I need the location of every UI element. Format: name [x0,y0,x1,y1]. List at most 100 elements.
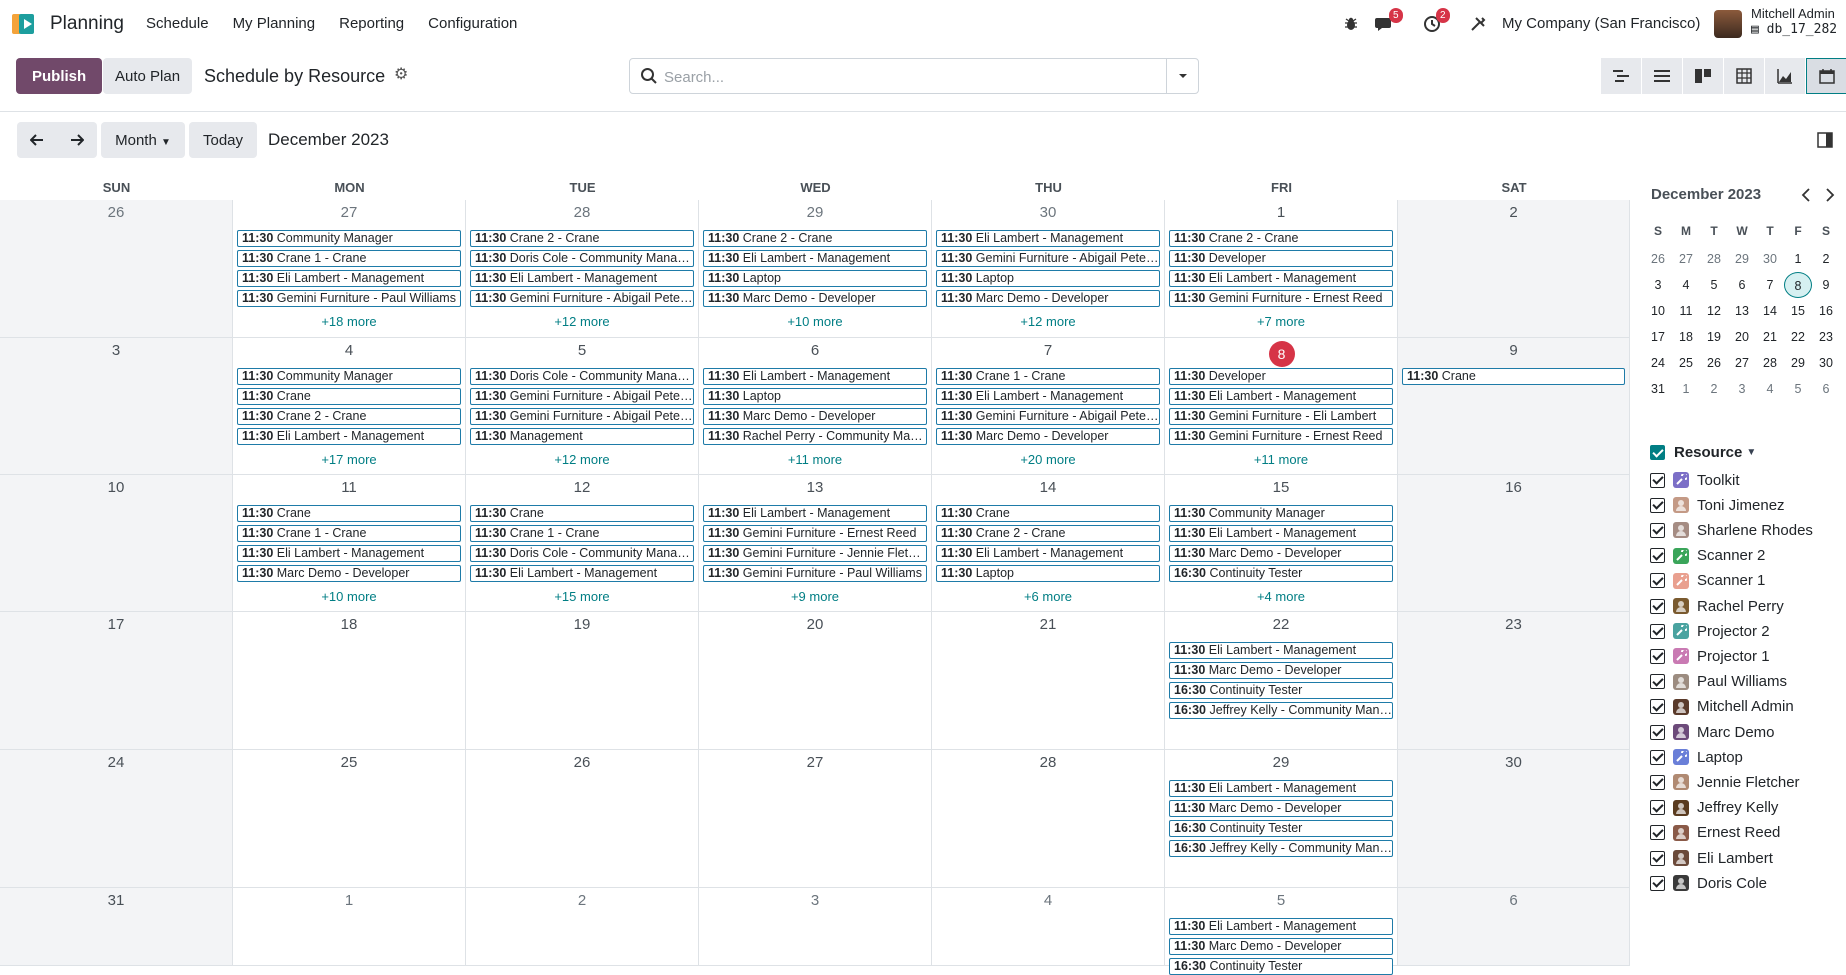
day-cell[interactable]: 22 11:30 Eli Lambert - Management 11:30 Ma… [1165,612,1398,750]
mini-day[interactable]: 26 [1700,350,1728,376]
shift-event[interactable]: 11:30 Eli Lambert - Management [703,505,927,522]
gear-icon[interactable]: ⚙ [394,67,410,83]
mini-day[interactable]: 28 [1700,246,1728,272]
resource-checkbox[interactable] [1650,623,1665,639]
shift-event[interactable]: 11:30 Eli Lambert - Management [703,250,927,267]
mini-day[interactable]: 19 [1700,324,1728,350]
day-cell[interactable]: 14 11:30 Crane 11:30 Crane 2 - Crane 11:30 … [932,475,1165,612]
day-cell[interactable]: 2 [1398,200,1630,338]
mini-day[interactable]: 14 [1756,298,1784,324]
shift-event[interactable]: 11:30 Gemini Furniture - Ernest Reed [1169,428,1393,445]
more-events-link[interactable]: +18 more [233,314,465,329]
shift-event[interactable]: 11:30 Laptop [936,270,1160,287]
shift-event[interactable]: 11:30 Crane 1 - Crane [237,250,461,267]
today-button[interactable]: Today [189,122,257,158]
chevron-right-icon[interactable] [1824,188,1836,202]
shift-event[interactable]: 11:30 Eli Lambert - Management [936,545,1160,562]
day-cell[interactable]: 25 [233,750,466,888]
more-events-link[interactable]: +11 more [699,452,931,467]
app-name[interactable]: Planning [50,13,124,35]
mini-day[interactable]: 21 [1756,324,1784,350]
shift-event[interactable]: 11:30 Marc Demo - Developer [703,290,927,307]
day-cell[interactable]: 3 [699,888,932,966]
shift-event[interactable]: 11:30 Marc Demo - Developer [1169,545,1393,562]
day-cell[interactable]: 20 [699,612,932,750]
mini-day[interactable]: 1 [1672,376,1700,402]
day-cell[interactable]: 6 [1398,888,1630,966]
user-avatar[interactable] [1714,10,1742,38]
mini-day[interactable]: 7 [1756,272,1784,298]
shift-event[interactable]: 11:30 Eli Lambert - Management [1169,525,1393,542]
resource-checkbox[interactable] [1650,749,1665,765]
mini-day[interactable]: 26 [1644,246,1672,272]
day-cell[interactable]: 30 [1398,750,1630,888]
mini-day[interactable]: 4 [1756,376,1784,402]
mini-day[interactable]: 17 [1644,324,1672,350]
more-events-link[interactable]: +15 more [466,589,698,604]
shift-event[interactable]: 11:30 Gemini Furniture - Paul Williams [237,290,461,307]
day-cell[interactable]: 27 11:30 Community Manager 11:30 Crane 1 -… [233,200,466,338]
shift-event[interactable]: 11:30 Gemini Furniture - Ernest Reed [1169,290,1393,307]
shift-event[interactable]: 11:30 Doris Cole - Community Manager [470,545,694,562]
shift-event[interactable]: 11:30 Gemini Furniture - Abigail Peterso… [470,290,694,307]
graph-view-button[interactable] [1765,58,1806,94]
resource-checkbox[interactable] [1650,699,1665,715]
shift-event[interactable]: 11:30 Doris Cole - Community Manager [470,250,694,267]
mini-day[interactable]: 29 [1728,246,1756,272]
menu-configuration[interactable]: Configuration [428,15,517,32]
kanban-view-button[interactable] [1683,58,1724,94]
mini-day[interactable]: 3 [1644,272,1672,298]
gantt-view-button[interactable] [1601,58,1642,94]
shift-event[interactable]: 11:30 Eli Lambert - Management [936,388,1160,405]
shift-event[interactable]: 11:30 Gemini Furniture - Jennie Fletcher [703,545,927,562]
day-cell[interactable]: 12 11:30 Crane 11:30 Crane 1 - Crane 11:30 … [466,475,699,612]
day-cell[interactable]: 15 11:30 Community Manager 11:30 Eli Lambe… [1165,475,1398,612]
resource-checkbox[interactable] [1650,724,1665,740]
more-events-link[interactable]: +6 more [932,589,1164,604]
mini-day[interactable]: 27 [1728,350,1756,376]
bug-icon[interactable] [1343,16,1359,32]
day-cell[interactable]: 4 11:30 Community Manager 11:30 Crane 11:30… [233,338,466,475]
day-cell[interactable]: 29 11:30 Eli Lambert - Management 11:30 Ma… [1165,750,1398,888]
day-cell[interactable]: 1 11:30 Crane 2 - Crane 11:30 Developer 11:… [1165,200,1398,338]
shift-event[interactable]: 11:30 Eli Lambert - Management [1169,780,1393,797]
more-events-link[interactable]: +7 more [1165,314,1397,329]
day-cell[interactable]: 31 [0,888,233,966]
mini-day[interactable]: 2 [1700,376,1728,402]
resource-item-jeffrey-kelly[interactable]: Jeffrey Kelly [1650,798,1778,818]
shift-event[interactable]: 11:30 Laptop [703,270,927,287]
day-cell[interactable]: 16 [1398,475,1630,612]
day-cell[interactable]: 29 11:30 Crane 2 - Crane 11:30 Eli Lambert… [699,200,932,338]
shift-event[interactable]: 11:30 Community Manager [237,368,461,385]
resource-item-eli-lambert[interactable]: Eli Lambert [1650,848,1773,868]
sidebar-toggle-icon[interactable] [1817,132,1833,148]
day-cell[interactable]: 28 [932,750,1165,888]
resource-item-doris-cole[interactable]: Doris Cole [1650,873,1767,893]
mini-day[interactable]: 24 [1644,350,1672,376]
shift-event[interactable]: 11:30 Marc Demo - Developer [1169,938,1393,955]
day-cell[interactable]: 10 [0,475,233,612]
mini-day[interactable]: 9 [1812,272,1840,298]
shift-event[interactable]: 11:30 Gemini Furniture - Eli Lambert [1169,408,1393,425]
shift-event[interactable]: 16:30 Continuity Tester [1169,682,1393,699]
more-events-link[interactable]: +9 more [699,589,931,604]
search-options-toggle[interactable] [1166,59,1198,93]
resource-checkbox[interactable] [1650,548,1665,564]
shift-event[interactable]: 11:30 Laptop [936,565,1160,582]
shift-event[interactable]: 11:30 Crane 2 - Crane [936,525,1160,542]
mini-day[interactable]: 25 [1672,350,1700,376]
tools-icon[interactable] [1470,16,1486,32]
mini-day[interactable]: 2 [1812,246,1840,272]
mini-day[interactable]: 5 [1700,272,1728,298]
shift-event[interactable]: 11:30 Eli Lambert - Management [470,565,694,582]
shift-event[interactable]: 16:30 Continuity Tester [1169,565,1393,582]
shift-event[interactable]: 11:30 Crane 1 - Crane [470,525,694,542]
menu-schedule[interactable]: Schedule [146,15,209,32]
day-cell[interactable]: 7 11:30 Crane 1 - Crane 11:30 Eli Lambert … [932,338,1165,475]
mini-day[interactable]: 6 [1812,376,1840,402]
planning-app-icon[interactable] [12,12,41,36]
shift-event[interactable]: 11:30 Eli Lambert - Management [470,270,694,287]
shift-event[interactable]: 11:30 Gemini Furniture - Abigail Peterso… [470,408,694,425]
menu-reporting[interactable]: Reporting [339,15,404,32]
shift-event[interactable]: 11:30 Gemini Furniture - Abigail Peterso… [470,388,694,405]
